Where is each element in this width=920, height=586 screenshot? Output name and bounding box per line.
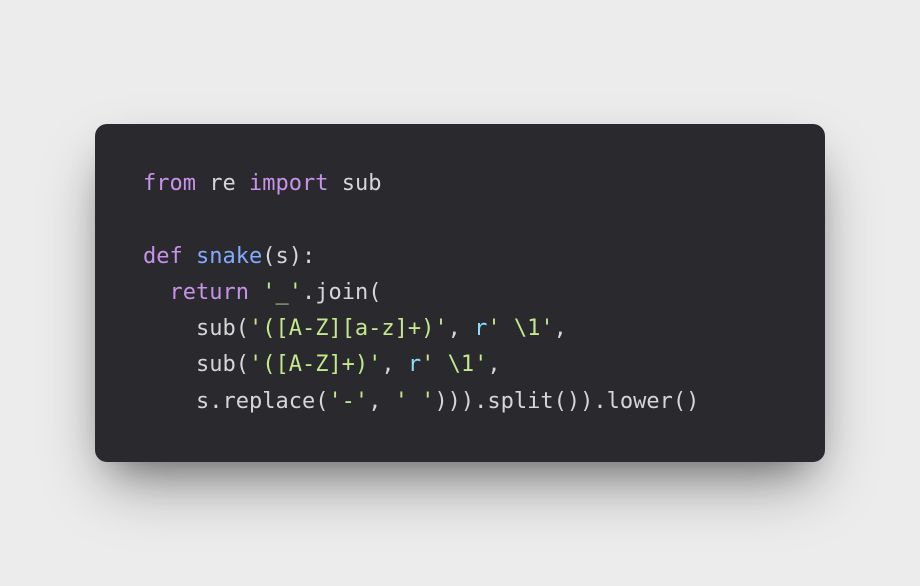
dash-string: '-' (328, 389, 368, 414)
module-name: re (209, 171, 236, 196)
space-string: ' ' (395, 389, 435, 414)
indent (143, 389, 196, 414)
paren-close-colon: ): (289, 244, 316, 269)
string-underscore: '_' (262, 280, 302, 305)
comma: , (448, 316, 475, 341)
code-content: from re import sub def snake(s): return … (143, 166, 777, 420)
keyword-import: import (249, 171, 328, 196)
sub-call: sub( (196, 316, 249, 341)
raw-prefix: r (408, 352, 421, 377)
tail-chain: ))).split()).lower() (434, 389, 699, 414)
raw-string: ' \1' (421, 352, 487, 377)
indent (143, 352, 196, 377)
sub-call: sub( (196, 352, 249, 377)
comma: , (554, 316, 567, 341)
raw-string: ' \1' (487, 316, 553, 341)
indent (143, 316, 196, 341)
comma: , (381, 352, 408, 377)
comma: , (487, 352, 500, 377)
function-name: snake (196, 244, 262, 269)
paren-open: ( (262, 244, 275, 269)
keyword-from: from (143, 171, 196, 196)
raw-prefix: r (474, 316, 487, 341)
dot-join: .join( (302, 280, 381, 305)
import-target: sub (342, 171, 382, 196)
code-block: from re import sub def snake(s): return … (95, 124, 825, 462)
s-replace: s.replace( (196, 389, 328, 414)
param: s (275, 244, 288, 269)
regex-pattern: '([A-Z]+)' (249, 352, 381, 377)
comma: , (368, 389, 395, 414)
indent (143, 280, 170, 305)
keyword-return: return (170, 280, 249, 305)
space (249, 280, 262, 305)
keyword-def: def (143, 244, 183, 269)
regex-pattern: '([A-Z][a-z]+)' (249, 316, 448, 341)
